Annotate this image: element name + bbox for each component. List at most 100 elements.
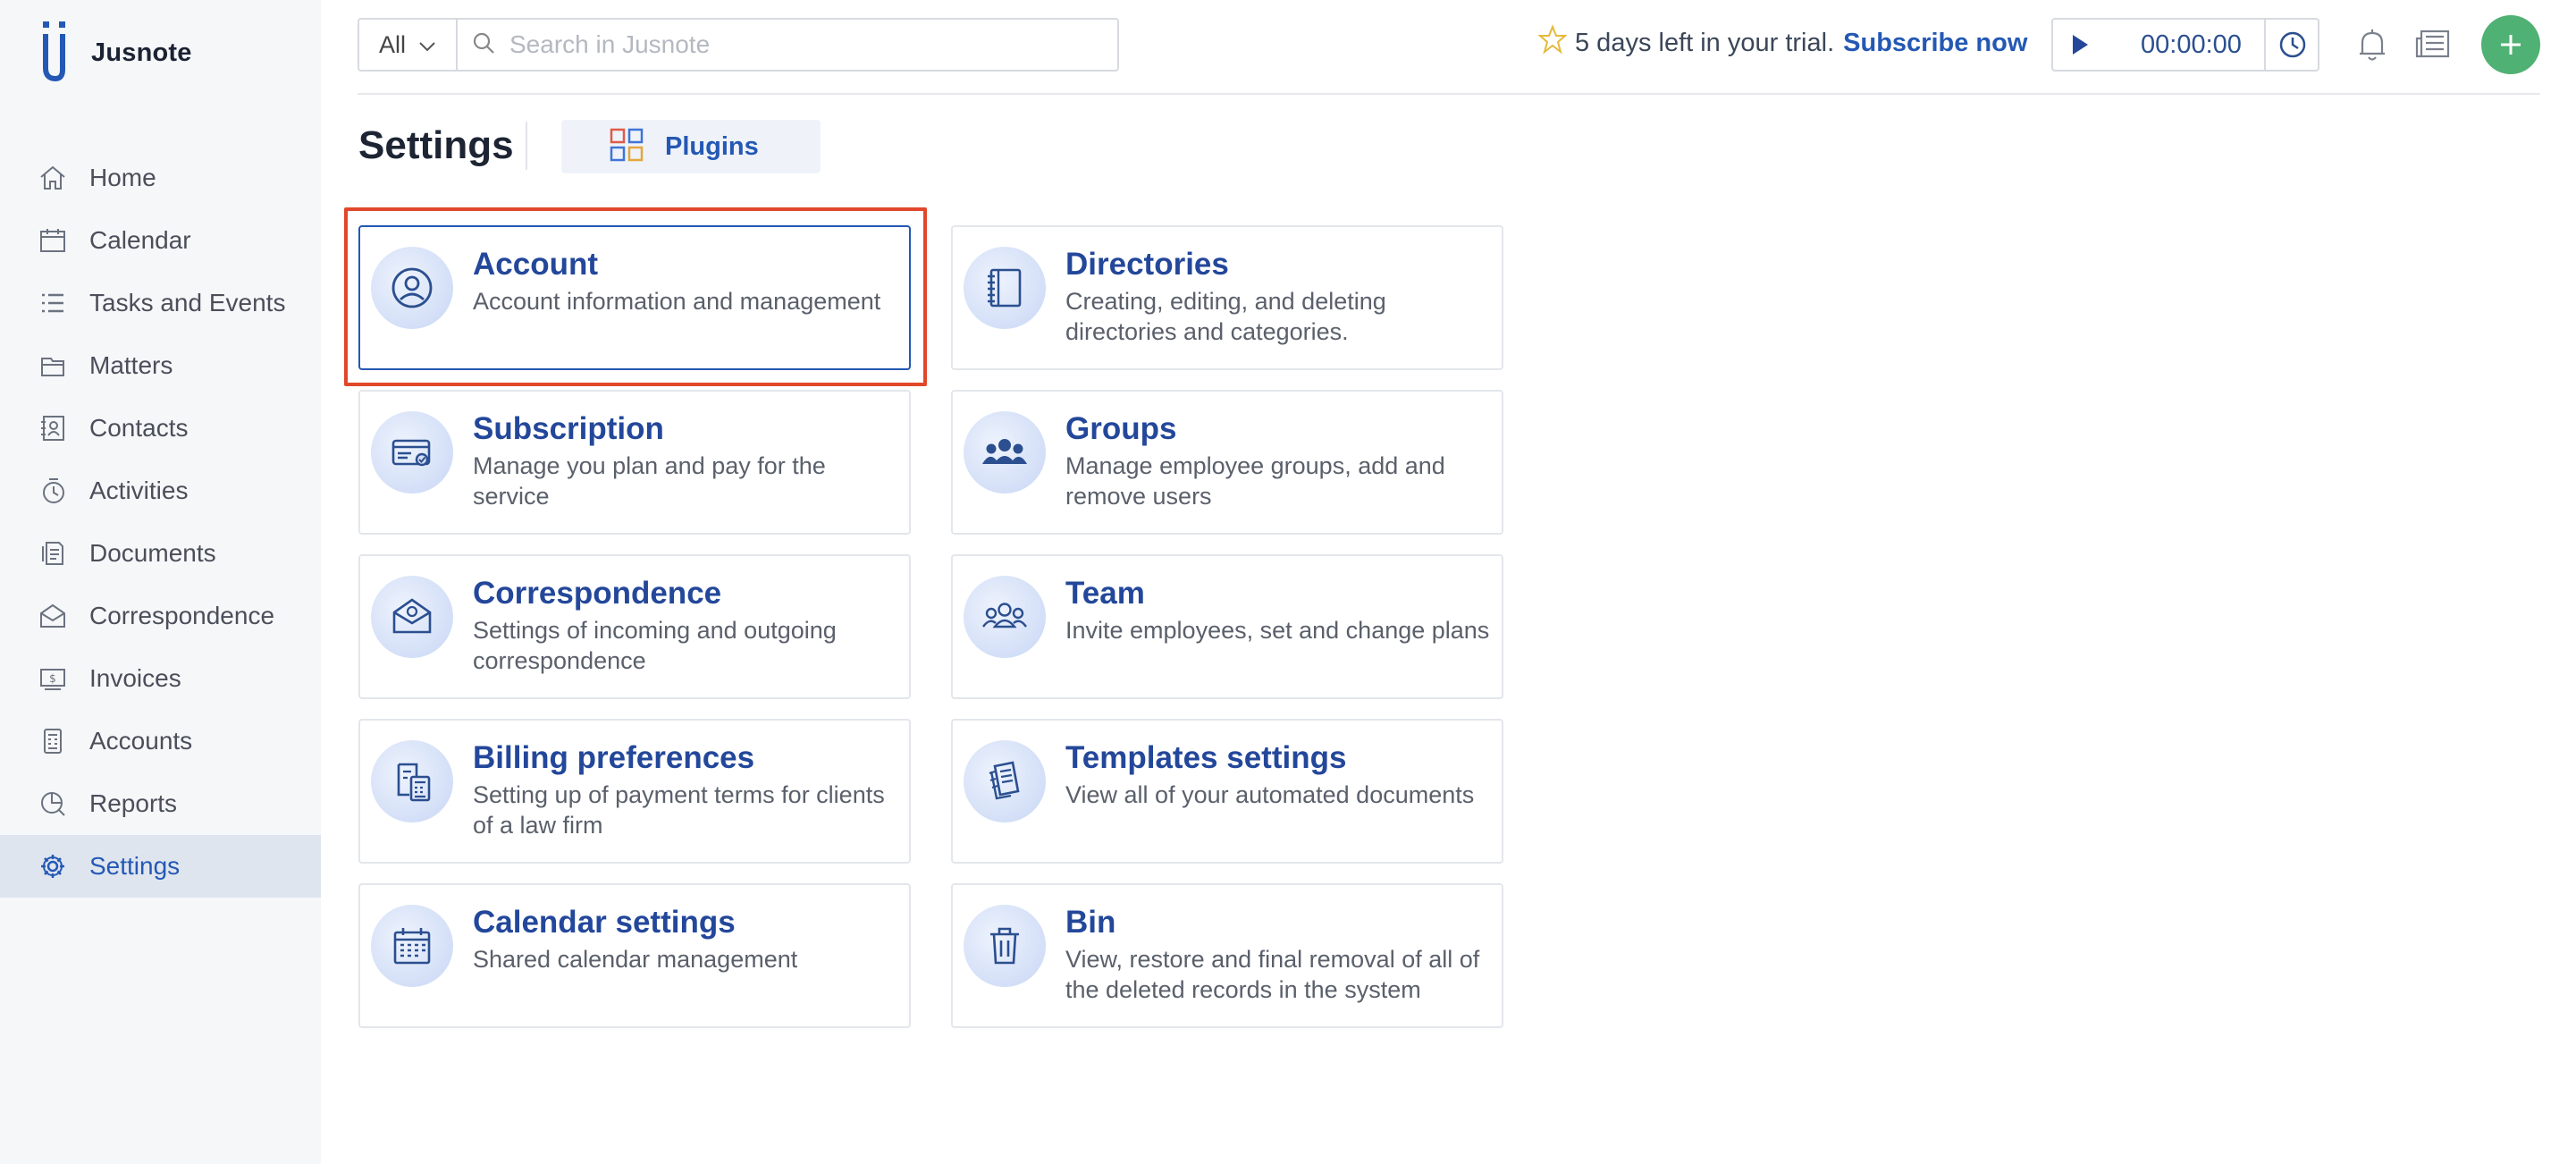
sidebar-item-label: Settings: [89, 852, 181, 880]
card-title: Team: [1065, 576, 1145, 611]
sidebar-item-invoices[interactable]: $ Invoices: [0, 647, 321, 710]
sidebar-item-accounts[interactable]: Accounts: [0, 710, 321, 772]
card-templates-settings[interactable]: Templates settings View all of your auto…: [951, 719, 1503, 864]
sidebar-item-label: Activities: [89, 477, 189, 504]
card-groups[interactable]: Groups Manage employee groups, add and r…: [951, 390, 1503, 535]
card-description: View all of your automated documents: [1065, 781, 1475, 808]
reports-icon: [38, 789, 68, 819]
card-description: Settings of incoming and outgoing corres…: [473, 617, 837, 674]
sidebar-item-label: Home: [89, 164, 156, 191]
sidebar-item-documents[interactable]: Documents: [0, 522, 321, 585]
topbar-divider: [358, 93, 2540, 95]
card-title: Groups: [1065, 411, 1177, 446]
play-icon[interactable]: [2053, 20, 2107, 70]
app-name: Jusnote: [91, 38, 192, 67]
bin-icon: [964, 905, 1046, 987]
sidebar-item-correspondence[interactable]: Correspondence: [0, 585, 321, 647]
templates-icon: [964, 740, 1046, 822]
account-icon: [371, 247, 453, 329]
card-description: Account information and management: [473, 288, 881, 315]
invoices-icon: $: [38, 663, 68, 694]
plugins-icon: [610, 128, 644, 166]
card-correspondence[interactable]: Correspondence Settings of incoming and …: [358, 554, 911, 699]
sidebar-item-label: Matters: [89, 351, 173, 379]
sidebar-item-label: Accounts: [89, 727, 193, 755]
sidebar-item-calendar[interactable]: Calendar: [0, 209, 321, 272]
trial-text: 5 days left in your trial.: [1575, 28, 1835, 57]
sidebar-item-label: Documents: [89, 539, 216, 567]
contacts-icon: [38, 413, 68, 443]
sidebar-item-reports[interactable]: Reports: [0, 772, 321, 835]
bell-icon[interactable]: [2353, 25, 2392, 64]
sidebar-item-contacts[interactable]: Contacts: [0, 397, 321, 460]
sidebar-item-label: Invoices: [89, 664, 181, 692]
card-description: Creating, editing, and deleting director…: [1065, 288, 1386, 345]
correspondence-icon: [371, 576, 453, 658]
card-description: Setting up of payment terms for clients …: [473, 781, 885, 839]
settings-icon: [38, 851, 68, 881]
sidebar-item-tasks-and-events[interactable]: Tasks and Events: [0, 272, 321, 334]
chevron-down-icon: [418, 31, 436, 59]
subscribe-now-link[interactable]: Subscribe now: [1843, 29, 2027, 58]
timer-value: 00:00:00: [2141, 30, 2242, 59]
card-account[interactable]: Account Account information and manageme…: [358, 225, 911, 370]
directories-icon: [964, 247, 1046, 329]
card-title: Subscription: [473, 411, 664, 446]
activities-icon: [38, 476, 68, 506]
card-calendar-settings[interactable]: Calendar settings Shared calendar manage…: [358, 883, 911, 1028]
home-icon: [38, 163, 68, 193]
star-icon: [1537, 24, 1568, 62]
sidebar-item-activities[interactable]: Activities: [0, 460, 321, 522]
card-subscription[interactable]: Subscription Manage you plan and pay for…: [358, 390, 911, 535]
card-description: View, restore and final removal of all o…: [1065, 946, 1480, 1003]
calendar-settings-icon: [371, 905, 453, 987]
jusnote-logo-icon: [43, 21, 65, 82]
sidebar-item-label: Reports: [89, 789, 178, 817]
title-divider: [526, 122, 527, 170]
plus-icon: [2501, 35, 2521, 55]
card-billing-preferences[interactable]: Billing preferences Setting up of paymen…: [358, 719, 911, 864]
logo[interactable]: Jusnote: [36, 21, 192, 84]
card-title: Correspondence: [473, 576, 722, 611]
card-description: Shared calendar management: [473, 946, 798, 973]
card-title: Account: [473, 247, 598, 282]
page-title: Settings: [358, 123, 514, 167]
sidebar-item-label: Correspondence: [89, 602, 275, 629]
trial-banner: 5 days left in your trial. Subscribe now: [1537, 24, 2027, 62]
sidebar-item-label: Calendar: [89, 226, 191, 254]
card-directories[interactable]: Directories Creating, editing, and delet…: [951, 225, 1503, 370]
add-button[interactable]: [2481, 15, 2540, 74]
card-title: Bin: [1065, 905, 1116, 940]
groups-icon: [964, 411, 1046, 493]
card-description: Manage you plan and pay for the service: [473, 452, 826, 510]
search-input[interactable]: [509, 30, 1082, 59]
card-title: Templates settings: [1065, 740, 1347, 775]
sidebar-item-home[interactable]: Home: [0, 147, 321, 209]
search-icon: [472, 31, 495, 59]
svg-text:$: $: [49, 672, 56, 685]
billing-icon: [371, 740, 453, 822]
news-icon[interactable]: [2413, 25, 2453, 64]
card-team[interactable]: Team Invite employees, set and change pl…: [951, 554, 1503, 699]
plugins-label: Plugins: [665, 131, 759, 161]
sidebar-nav: Home Calendar Tasks and Events Matters C…: [0, 147, 321, 898]
card-title: Calendar settings: [473, 905, 736, 940]
card-bin[interactable]: Bin View, restore and final removal of a…: [951, 883, 1503, 1028]
accounts-icon: [38, 726, 68, 756]
search-scope-select[interactable]: All: [358, 18, 458, 72]
subscription-icon: [371, 411, 453, 493]
plugins-button[interactable]: Plugins: [561, 120, 821, 173]
card-description: Invite employees, set and change plans: [1065, 617, 1490, 644]
sidebar-item-label: Contacts: [89, 414, 189, 442]
card-description: Manage employee groups, add and remove u…: [1065, 452, 1445, 510]
documents-icon: [38, 538, 68, 569]
team-icon: [964, 576, 1046, 658]
sidebar-item-label: Tasks and Events: [89, 289, 286, 316]
timer-history-icon[interactable]: [2264, 20, 2319, 70]
search-scope-value: All: [379, 30, 407, 58]
tasks-icon: [38, 288, 68, 318]
sidebar-item-settings[interactable]: Settings: [0, 835, 321, 898]
card-title: Billing preferences: [473, 740, 755, 775]
timer-widget: 00:00:00: [2051, 18, 2319, 72]
sidebar-item-matters[interactable]: Matters: [0, 334, 321, 397]
